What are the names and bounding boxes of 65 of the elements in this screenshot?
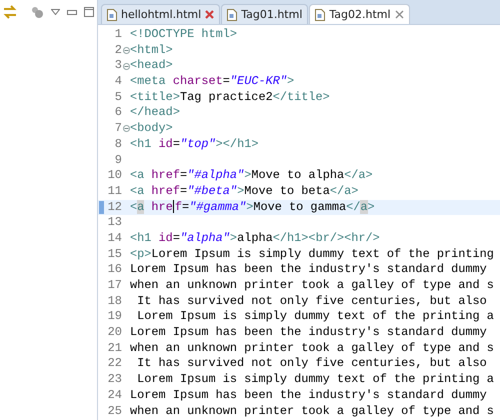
- code-line: when an unknown printer took a galley of type and s: [130, 278, 494, 292]
- line-number: 2: [114, 42, 122, 58]
- code-line: <a href="#alpha">Move to alpha</a>: [130, 168, 373, 182]
- line-number: 6: [114, 105, 122, 122]
- code-line: Lorem Ipsum has been the industry's standard dummy: [130, 325, 487, 340]
- line-number: 18: [108, 294, 122, 310]
- line-number: 17: [108, 278, 122, 294]
- text-caret: [172, 200, 174, 213]
- line-number: 15: [108, 246, 122, 262]
- code-line: </head>: [130, 105, 180, 120]
- line-number: 11: [108, 184, 122, 200]
- code-line: Lorem Ipsum has been the industry's standard dummy: [130, 262, 487, 276]
- line-number: 9: [114, 152, 122, 168]
- file-icon: [107, 8, 117, 20]
- line-number: 1: [114, 27, 122, 43]
- line-number: 13: [108, 215, 122, 231]
- code-line: It has survived not only five centuries, but also: [136, 356, 487, 370]
- code-line: Lorem Ipsum has been the industry's standard dummy: [130, 388, 487, 402]
- code-line: <a hre f="#gamma">Move to gamma</a>: [130, 200, 375, 214]
- code-line: <title>Tag practice2</title>: [130, 90, 330, 104]
- code-line: Lorem Ipsum is simply dummy text of the printing a: [136, 372, 494, 386]
- line-number: 3: [114, 58, 122, 74]
- close-icon[interactable]: [205, 10, 214, 19]
- fold-icon[interactable]: [123, 62, 130, 70]
- line-number: 10: [108, 168, 122, 184]
- line-number: 12: [108, 200, 122, 216]
- file-tab[interactable]: Tag01.html: [221, 4, 308, 24]
- code-line: <meta charset="EUC-KR">: [130, 74, 294, 88]
- file-tab[interactable]: Tag02.html: [309, 4, 410, 24]
- fold-icon[interactable]: [123, 125, 130, 132]
- line-number: 14: [108, 230, 122, 247]
- line-number: 8: [114, 136, 122, 153]
- line-number: 24: [108, 388, 122, 404]
- code-line: <a href="#beta">Move to beta</a>: [130, 184, 358, 198]
- fold-icon[interactable]: [123, 47, 130, 54]
- maximize-icon[interactable]: [84, 7, 94, 17]
- code-line: <h1 id="alpha">alpha</h1><br/><hr/>: [130, 230, 380, 245]
- code-line: <!DOCTYPE html>: [130, 27, 238, 41]
- line-number: 4: [114, 74, 122, 90]
- code-line: It has survived not only five centuries, but also: [136, 294, 487, 308]
- line-number: 22: [108, 356, 122, 372]
- dropdown-triangle-icon[interactable]: [51, 9, 60, 15]
- file-tab[interactable]: hellohtml.html: [101, 4, 220, 24]
- line-number: 16: [108, 262, 122, 278]
- sync-arrows-icon[interactable]: [3, 5, 17, 19]
- line-number: 7: [114, 121, 122, 137]
- line-number: 5: [114, 90, 122, 106]
- code-line: <h1 id="top"></h1>: [130, 136, 258, 151]
- line-number: 21: [108, 340, 122, 356]
- minimize-icon[interactable]: [67, 10, 77, 14]
- line-number: 20: [108, 325, 122, 341]
- code-line: <p>Lorem Ipsum is simply dummy text of the printing: [130, 246, 494, 261]
- gears-icon[interactable]: [31, 6, 44, 18]
- close-icon[interactable]: [394, 10, 404, 19]
- line-number: 23: [108, 372, 122, 388]
- line-number: 19: [108, 309, 122, 326]
- file-icon: [227, 8, 238, 20]
- code-line: Lorem Ipsum is simply dummy text of the printing a: [136, 309, 494, 324]
- code-line: <head>: [130, 58, 173, 72]
- code-line: when an unknown printer took a galley of type and s: [130, 340, 494, 355]
- code-line: <body>: [130, 121, 173, 136]
- code-line: <html>: [130, 42, 173, 57]
- line-number: 25: [108, 404, 122, 420]
- file-icon: [315, 8, 326, 20]
- code-line: when an unknown printer took a galley of type and s: [130, 404, 494, 418]
